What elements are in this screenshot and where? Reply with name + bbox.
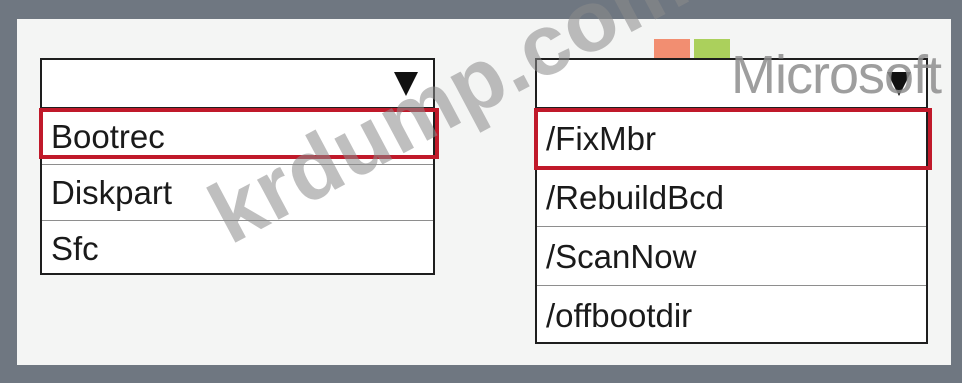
switch-option-fixmbr[interactable]: /FixMbr	[537, 109, 926, 168]
switch-option-rebuildbcd[interactable]: /RebuildBcd	[537, 168, 926, 227]
microsoft-watermark: Microsoft	[731, 45, 942, 105]
switch-option-offbootdir[interactable]: /offbootdir	[537, 286, 926, 345]
switch-option-scannow[interactable]: /ScanNow	[537, 227, 926, 286]
